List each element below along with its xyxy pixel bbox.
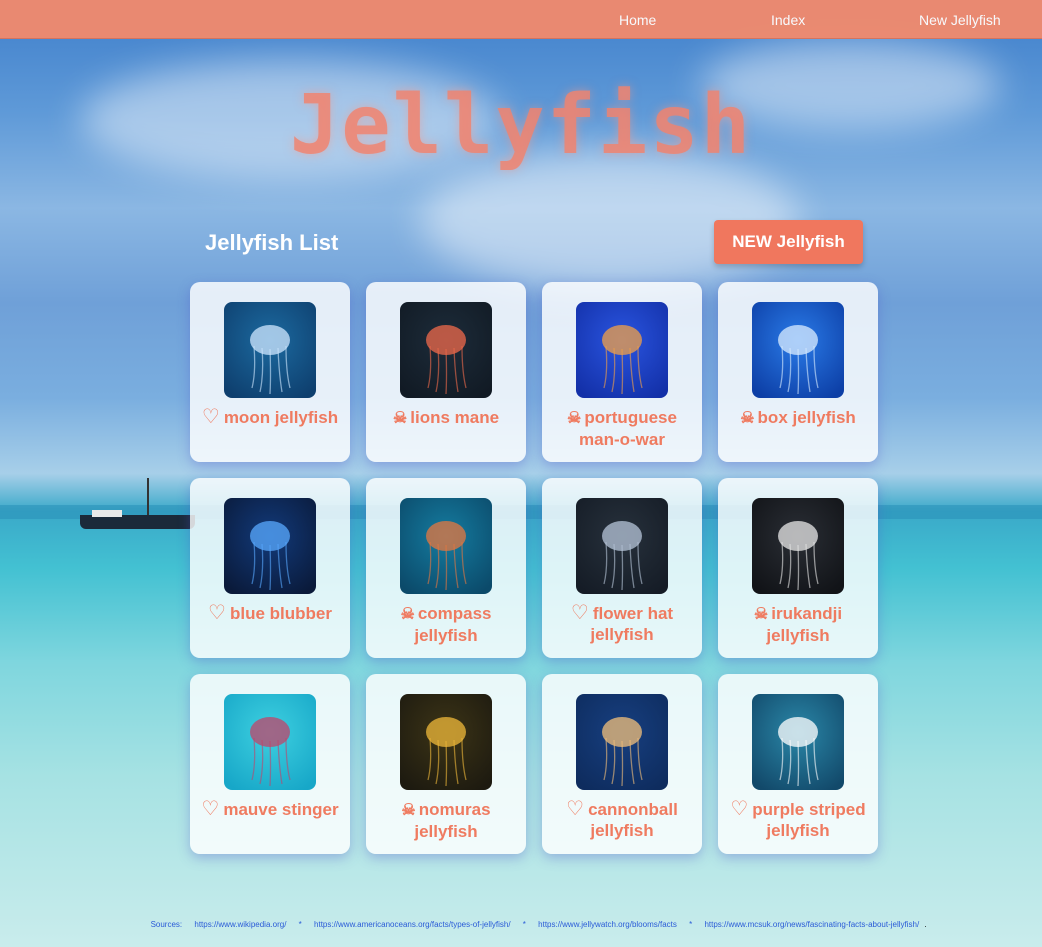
jellyfish-name-text: purple striped jellyfish (752, 800, 866, 840)
jellyfish-name: ☠ compass jellyfish (370, 603, 522, 646)
jellyfish-name: ♡ mauve stinger (194, 799, 346, 820)
source-link[interactable]: https://www.wikipedia.org/ (194, 920, 286, 929)
source-link[interactable]: https://www.mcsuk.org/news/fascinating-f… (704, 920, 919, 929)
jellyfish-card[interactable]: ♡ cannonball jellyfish (542, 674, 702, 854)
jellyfish-name-text: box jellyfish (757, 408, 856, 427)
jellyfish-name: ☠ lions mane (370, 407, 522, 429)
sources-footer: Sources: https://www.wikipedia.org/ * ht… (0, 920, 1042, 929)
nav-index-link[interactable]: Index (771, 12, 805, 28)
separator: * (689, 920, 693, 929)
jellyfish-photo (224, 302, 316, 398)
jellyfish-card[interactable]: ♡ flower hat jellyfish (542, 478, 702, 658)
footer-end: . (924, 920, 927, 929)
jellyfish-card[interactable]: ♡ moon jellyfish (190, 282, 350, 462)
jellyfish-photo (224, 694, 316, 790)
skull-icon: ☠ (740, 410, 755, 427)
list-heading: Jellyfish List (205, 230, 339, 255)
jellyfish-card[interactable]: ☠ box jellyfish (718, 282, 878, 462)
jellyfish-name-text: blue blubber (229, 604, 332, 623)
jellyfish-name-text: moon jellyfish (223, 408, 339, 427)
jellyfish-name: ♡ purple striped jellyfish (722, 799, 874, 841)
heart-icon: ♡ (566, 798, 585, 820)
nav-new-jellyfish-link[interactable]: New Jellyfish (919, 12, 1001, 28)
jellyfish-name: ☠ box jellyfish (722, 407, 874, 429)
jellyfish-photo (400, 498, 492, 594)
jellyfish-card[interactable]: ☠ irukandji jellyfish (718, 478, 878, 658)
heart-icon: ♡ (201, 406, 220, 428)
heart-icon: ♡ (730, 798, 749, 820)
skull-icon: ☠ (753, 606, 769, 623)
heart-icon: ♡ (570, 602, 589, 624)
jellyfish-name-text: irukandji jellyfish (766, 604, 843, 645)
boat-mast (147, 478, 149, 516)
skull-icon: ☠ (400, 606, 415, 623)
jellyfish-name: ♡ moon jellyfish (194, 407, 346, 428)
navbar: Home Index New Jellyfish (0, 0, 1042, 39)
source-link[interactable]: https://www.americanoceans.org/facts/typ… (314, 920, 511, 929)
separator: * (298, 920, 302, 929)
sources-label: Sources: (150, 920, 183, 929)
heart-icon: ♡ (208, 602, 226, 624)
jellyfish-name: ♡ cannonball jellyfish (546, 799, 698, 841)
jellyfish-card[interactable]: ☠ nomuras jellyfish (366, 674, 526, 854)
jellyfish-photo (576, 498, 668, 594)
skull-icon: ☠ (401, 802, 416, 819)
jellyfish-name-text: nomuras jellyfish (414, 800, 491, 841)
skull-icon: ☠ (392, 410, 408, 427)
jellyfish-photo (400, 302, 492, 398)
jellyfish-card[interactable]: ♡ blue blubber (190, 478, 350, 658)
jellyfish-photo (576, 302, 668, 398)
jellyfish-photo (752, 302, 844, 398)
new-jellyfish-button[interactable]: NEW Jellyfish (714, 220, 863, 264)
jellyfish-name-text: mauve stinger (223, 800, 339, 819)
heart-icon: ♡ (201, 798, 220, 820)
skull-icon: ☠ (567, 410, 582, 427)
jellyfish-card[interactable]: ♡ purple striped jellyfish (718, 674, 878, 854)
jellyfish-name-text: cannonball jellyfish (588, 800, 678, 840)
separator: * (522, 920, 526, 929)
jellyfish-card[interactable]: ♡ mauve stinger (190, 674, 350, 854)
jellyfish-photo (752, 694, 844, 790)
jellyfish-photo (400, 694, 492, 790)
jellyfish-name: ♡ blue blubber (194, 603, 346, 624)
boat (80, 515, 195, 529)
boat-cabin (92, 510, 122, 517)
jellyfish-name-text: lions mane (410, 408, 500, 427)
source-link[interactable]: https://www.jellywatch.org/blooms/facts (538, 920, 677, 929)
jellyfish-name-text: portuguese man-o-war (579, 408, 677, 449)
nav-home-link[interactable]: Home (619, 12, 656, 28)
jellyfish-name: ☠ portuguese man-o-war (546, 407, 698, 450)
jellyfish-card[interactable]: ☠ portuguese man-o-war (542, 282, 702, 462)
jellyfish-name: ☠ nomuras jellyfish (370, 799, 522, 842)
page-title: Jellyfish (289, 78, 753, 173)
jellyfish-card[interactable]: ☠ compass jellyfish (366, 478, 526, 658)
jellyfish-card[interactable]: ☠ lions mane (366, 282, 526, 462)
jellyfish-name-text: compass jellyfish (414, 604, 492, 645)
jellyfish-photo (224, 498, 316, 594)
jellyfish-photo (576, 694, 668, 790)
jellyfish-name-text: flower hat jellyfish (590, 604, 674, 644)
jellyfish-name: ♡ flower hat jellyfish (546, 603, 698, 645)
jellyfish-photo (752, 498, 844, 594)
jellyfish-name: ☠ irukandji jellyfish (722, 603, 874, 646)
